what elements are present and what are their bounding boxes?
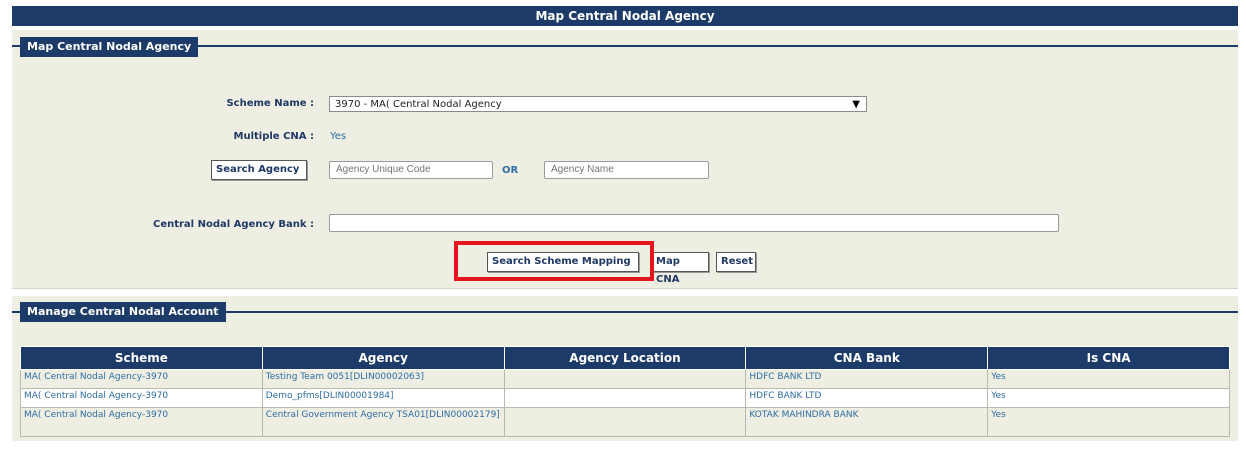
cna-bank-input[interactable] (329, 214, 1059, 232)
table-row: MA( Central Nodal Agency-3970 Central Go… (20, 407, 1230, 437)
chevron-down-icon: ▼ (852, 99, 860, 110)
agency-name-input[interactable] (544, 161, 709, 179)
section1-legend: Map Central Nodal Agency (20, 37, 199, 57)
cell-agency: Testing Team 0051[DLIN00002063] (261, 369, 505, 389)
col-scheme: Scheme (20, 346, 263, 370)
search-agency-button[interactable]: Search Agency (211, 160, 307, 180)
cell-scheme: MA( Central Nodal Agency-3970 (20, 407, 263, 437)
cna-bank-label: Central Nodal Agency Bank : (152, 219, 314, 230)
page-title: Map Central Nodal Agency (12, 6, 1238, 26)
scheme-name-label: Scheme Name : (226, 98, 314, 109)
cell-is-cna: Yes (987, 369, 1230, 389)
cell-is-cna: Yes (987, 407, 1230, 437)
col-is-cna: Is CNA (987, 346, 1230, 370)
col-agency: Agency (261, 346, 505, 370)
cell-agency-location (503, 388, 747, 408)
cell-scheme: MA( Central Nodal Agency-3970 (20, 388, 263, 408)
multiple-cna-label: Multiple CNA : (233, 131, 314, 142)
col-agency-location: Agency Location (503, 346, 747, 370)
agency-unique-code-input[interactable] (329, 161, 493, 179)
reset-button[interactable]: Reset (716, 252, 756, 272)
scheme-name-value: 3970 - MA( Central Nodal Agency (335, 99, 502, 110)
cell-cna-bank: HDFC BANK LTD (745, 388, 989, 408)
section2-legend: Manage Central Nodal Account (20, 302, 226, 322)
cell-is-cna: Yes (987, 388, 1230, 408)
multiple-cna-value: Yes (330, 131, 347, 142)
cell-agency: Demo_pfms[DLIN00001984] (261, 388, 505, 408)
cell-cna-bank: KOTAK MAHINDRA BANK (745, 407, 989, 437)
cell-scheme: MA( Central Nodal Agency-3970 (20, 369, 263, 389)
cell-agency-location (503, 407, 747, 437)
col-cna-bank: CNA Bank (745, 346, 989, 370)
scheme-name-select[interactable]: 3970 - MA( Central Nodal Agency ▼ (329, 96, 867, 112)
cell-agency-location (503, 369, 747, 389)
cell-agency: Central Government Agency TSA01[DLIN0000… (261, 407, 505, 437)
or-label: OR (502, 165, 519, 176)
table-row: MA( Central Nodal Agency-3970 Demo_pfms[… (20, 388, 1230, 408)
highlight-box (454, 241, 654, 281)
table-row: MA( Central Nodal Agency-3970 Testing Te… (20, 369, 1230, 389)
map-cna-button[interactable]: Map CNA (651, 252, 709, 285)
cna-table: Scheme Agency Agency Location CNA Bank I… (20, 346, 1230, 437)
cell-cna-bank: HDFC BANK LTD (745, 369, 989, 389)
